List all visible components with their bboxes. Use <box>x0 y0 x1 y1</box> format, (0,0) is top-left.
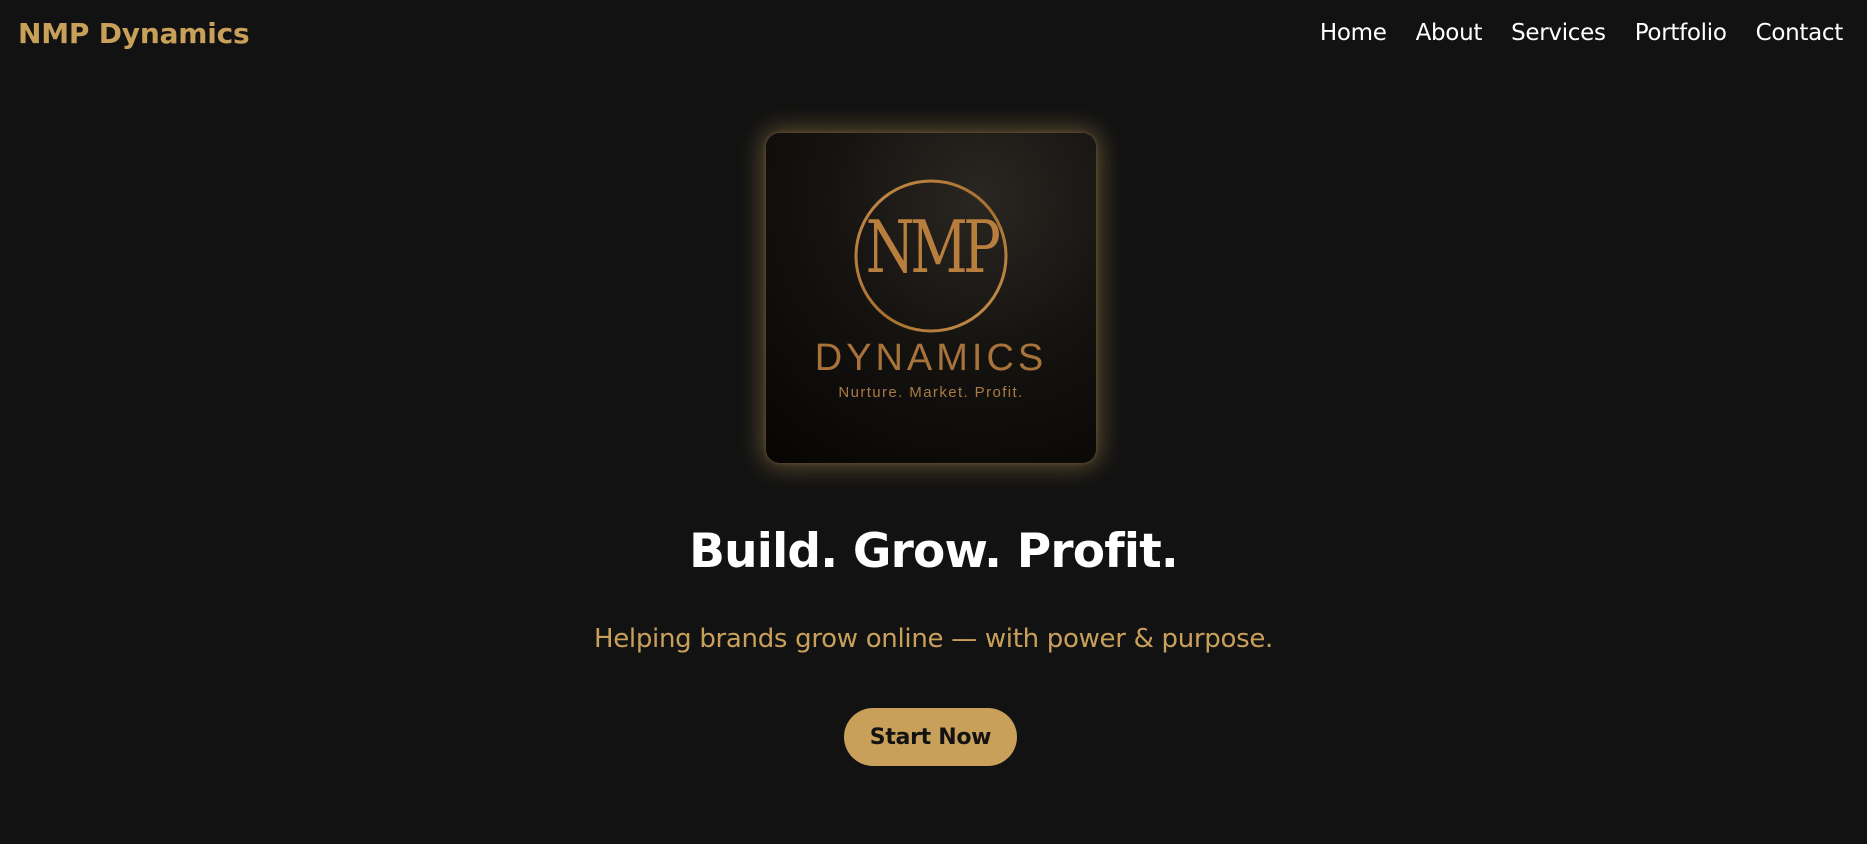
nav-item-portfolio: Portfolio <box>1635 20 1727 46</box>
nav-link-portfolio[interactable]: Portfolio <box>1635 20 1727 46</box>
nav-link-about[interactable]: About <box>1416 20 1483 46</box>
logo-ring-icon <box>854 179 1008 333</box>
brand-logo-text[interactable]: NMP Dynamics <box>18 17 250 50</box>
nav-item-contact: Contact <box>1756 20 1844 46</box>
hero-logo-image: NMP DYNAMICS Nurture. Market. Profit. <box>766 133 1096 463</box>
nav-link-contact[interactable]: Contact <box>1756 20 1844 46</box>
page: NMP Dynamics Home About Services Portfol… <box>0 0 1867 844</box>
nav-link-home[interactable]: Home <box>1320 20 1387 46</box>
nav-item-home: Home <box>1320 20 1387 46</box>
nav-item-services: Services <box>1511 20 1606 46</box>
logo-tagline: Nurture. Market. Profit. <box>838 384 1024 401</box>
logo-monogram: NMP <box>865 205 1001 289</box>
nav-menu: Home About Services Portfolio Contact <box>1320 20 1843 46</box>
hero-subtitle: Helping brands grow online — with power … <box>593 624 1274 654</box>
hero-title: Build. Grow. Profit. <box>689 524 1179 579</box>
nav-link-services[interactable]: Services <box>1511 20 1606 46</box>
logo-wordmark: DYNAMICS <box>814 337 1048 379</box>
navbar: NMP Dynamics Home About Services Portfol… <box>0 0 1867 74</box>
nav-item-about: About <box>1416 20 1483 46</box>
start-now-button[interactable]: Start Now <box>844 708 1017 766</box>
